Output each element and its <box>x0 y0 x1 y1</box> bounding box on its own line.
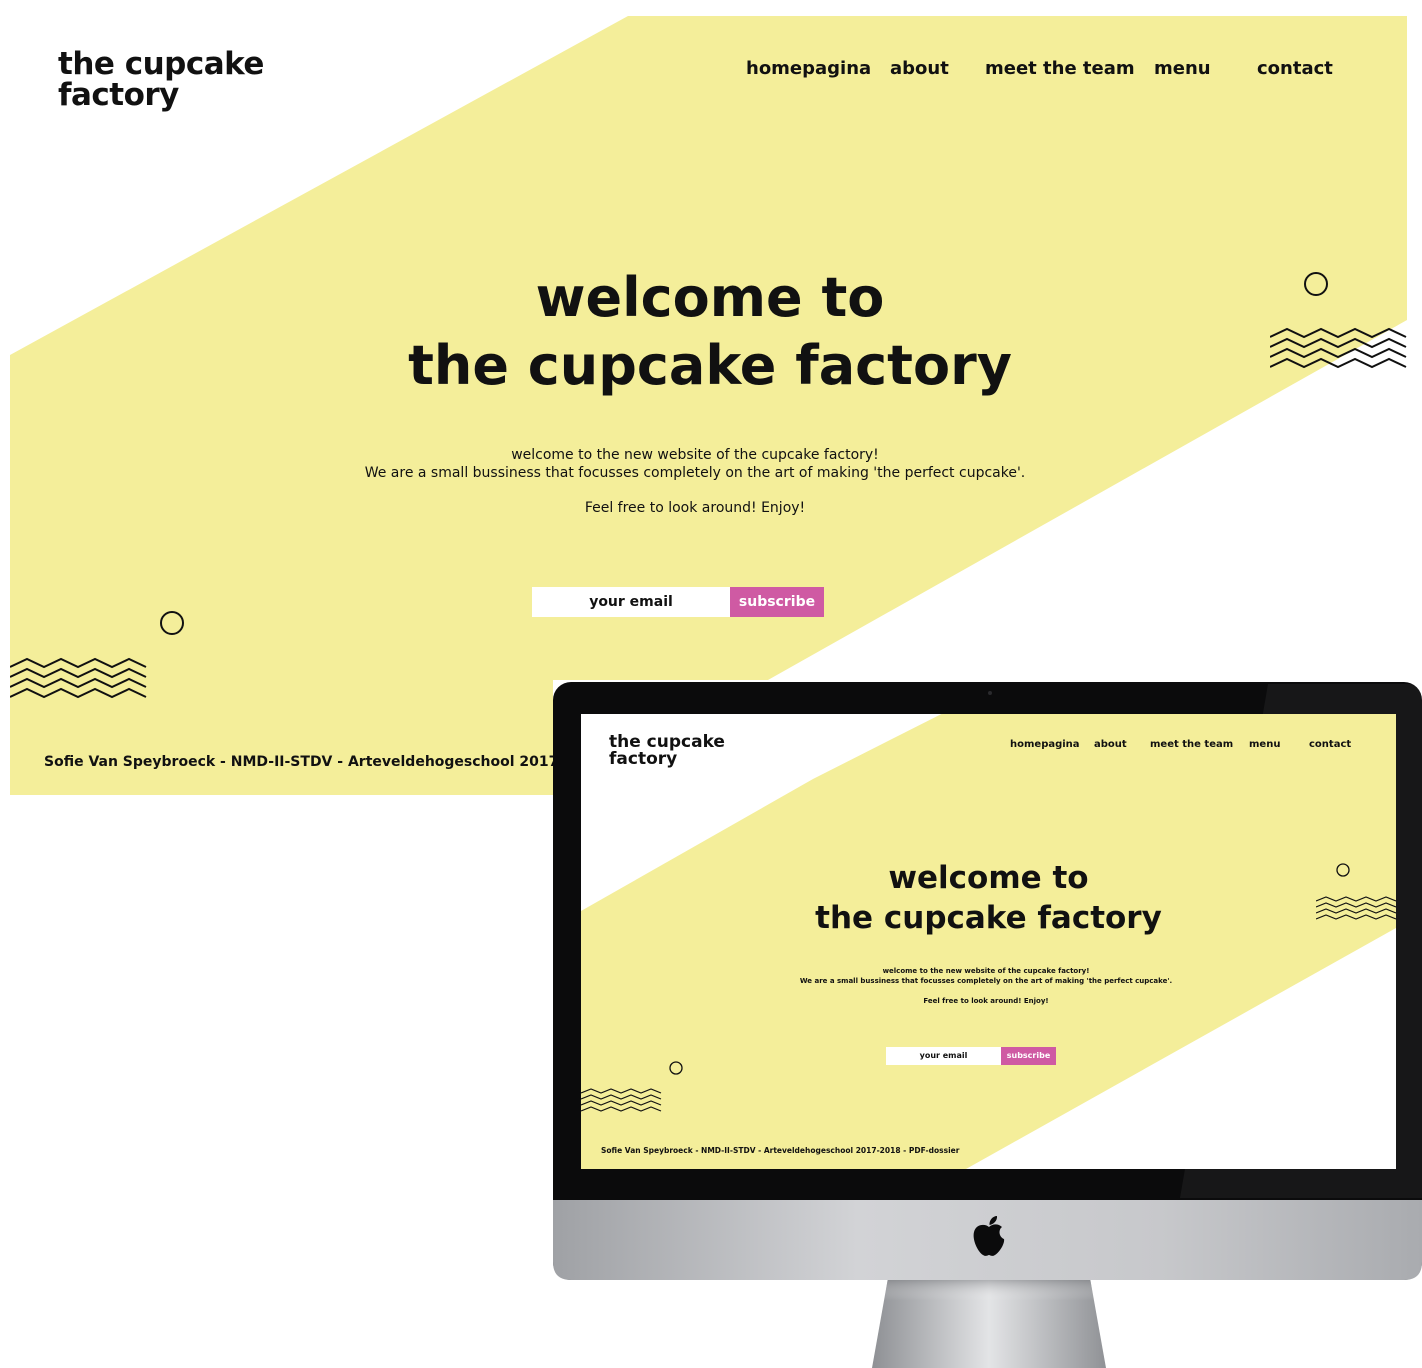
screen-nav-about[interactable]: about <box>1094 739 1127 750</box>
screen-nav-meet-the-team[interactable]: meet the team <box>1150 739 1233 750</box>
screen-intro-line-3: Feel free to look around! Enjoy! <box>923 997 1049 1005</box>
screen-logo-line-2: factory <box>609 749 678 769</box>
screen-intro-line-2: We are a small bussiness that focusses c… <box>799 977 1173 985</box>
screen-subscribe-button[interactable]: subscribe <box>1001 1047 1056 1065</box>
screen-site-logo[interactable]: the cupcake factory <box>609 734 725 768</box>
screen-hero-title-line-2: the cupcake factory <box>815 900 1162 936</box>
screen-circle-decoration-icon <box>669 1061 683 1075</box>
screen-zigzag-decoration-icon <box>581 1088 662 1112</box>
screen-email-input[interactable]: your email <box>886 1047 1001 1065</box>
screen-zigzag-decoration-icon <box>1316 896 1396 920</box>
imac-screen: the cupcake factory homepagina about mee… <box>581 714 1396 1169</box>
screen-hero-title-line-1: welcome to <box>888 860 1089 896</box>
screen-nav-homepagina[interactable]: homepagina <box>1010 739 1080 750</box>
screen-yellow-background <box>581 714 1396 1169</box>
imac-mockup: the cupcake factory homepagina about mee… <box>0 0 1422 1368</box>
screen-nav-menu[interactable]: menu <box>1249 739 1280 750</box>
apple-logo-icon <box>973 1216 1005 1256</box>
screen-footer-credit: Sofie Van Speybroeck - NMD-II-STDV - Art… <box>601 1146 960 1155</box>
screen-intro-line-1: welcome to the new website of the cupcak… <box>882 967 1090 975</box>
screen-circle-decoration-icon <box>1336 863 1350 877</box>
screen-nav-contact[interactable]: contact <box>1309 739 1351 750</box>
